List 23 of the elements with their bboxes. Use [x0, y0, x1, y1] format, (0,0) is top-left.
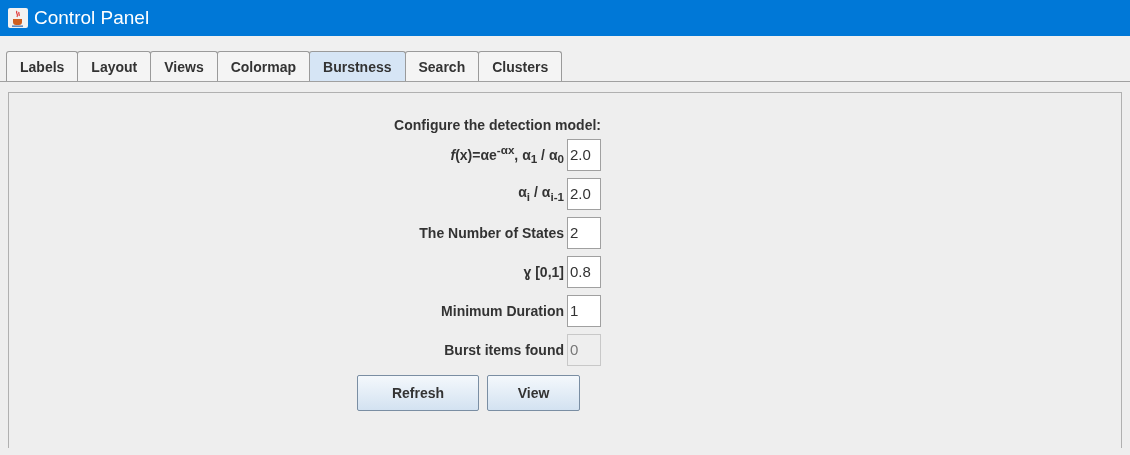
field-label: α$_{i}$ / α$_{i-1}$	[518, 184, 564, 203]
input-field[interactable]: 2.0	[567, 177, 601, 210]
input-field[interactable]: 0.8	[567, 255, 601, 288]
view-button[interactable]: View	[487, 375, 580, 411]
field-label: ɣ [0,1]	[523, 263, 564, 280]
section-heading: Configure the detection model:	[394, 117, 601, 133]
tab[interactable]: Burstness	[309, 51, 406, 81]
input-field[interactable]: 2	[567, 216, 601, 249]
field-label: The Number of States	[419, 224, 564, 241]
tab[interactable]: Views	[150, 51, 218, 81]
refresh-button[interactable]: Refresh	[357, 375, 479, 411]
tab[interactable]: Clusters	[478, 51, 563, 81]
tab[interactable]: Colormap	[216, 51, 311, 81]
input-field[interactable]: 2.0	[567, 138, 601, 171]
field-label: Burst items found	[444, 341, 564, 358]
tab[interactable]: Search	[404, 51, 480, 81]
input-field[interactable]: 1	[567, 294, 601, 327]
window-title: Control Panel	[34, 7, 150, 29]
tab[interactable]: Layout	[77, 51, 152, 81]
field-label: f(x)=αe$^{-αx}$, α$_{1}$ / α$_{0}$	[450, 143, 564, 166]
field-label: Minimum Duration	[441, 302, 564, 319]
cup-icon	[8, 8, 28, 28]
tab[interactable]: Labels	[6, 51, 79, 81]
